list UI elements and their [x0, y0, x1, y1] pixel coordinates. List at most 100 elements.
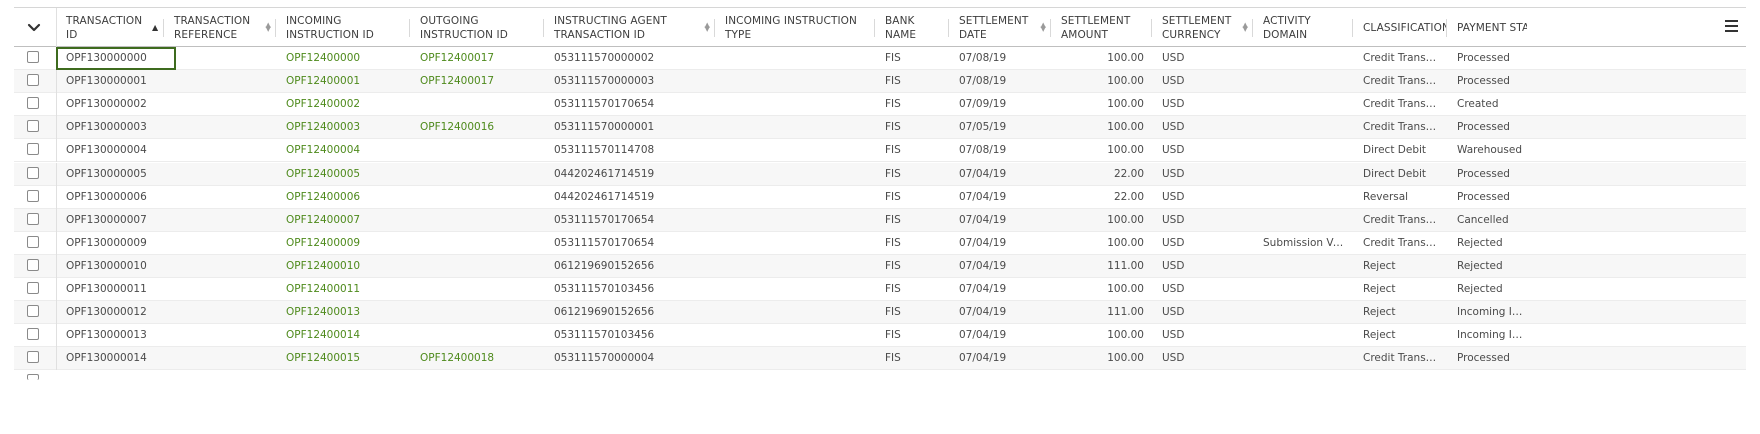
row-checkbox[interactable]: [27, 374, 39, 381]
outgoing-instruction-id-link[interactable]: OPF12400016: [410, 116, 544, 139]
column-header-transaction-reference[interactable]: TRANSACTION REFERENCE ▲ ▼: [164, 8, 276, 47]
bank-name-cell: FIS: [885, 75, 901, 88]
instructing-agent-transaction-id-cell: 053111570170654: [554, 98, 655, 111]
row-checkbox[interactable]: [27, 189, 39, 202]
transaction-id-cell[interactable]: OPF130000006: [56, 186, 164, 209]
table-row[interactable]: OPF130000002 OPF12400002 053111570170654 FI…: [14, 93, 1746, 117]
incoming-instruction-id-link[interactable]: OPF12400004: [276, 139, 410, 162]
incoming-instruction-id-link[interactable]: OPF12400000: [276, 47, 410, 70]
incoming-instruction-id-link[interactable]: OPF12400003: [276, 116, 410, 139]
row-checkbox[interactable]: [27, 328, 39, 341]
row-checkbox[interactable]: [27, 351, 39, 364]
column-header-classification[interactable]: CLASSIFICATION: [1353, 8, 1447, 47]
classification-cell: Credit Transfer: [1363, 75, 1441, 88]
column-header-bank-name[interactable]: BANK NAME: [875, 8, 949, 47]
table-row[interactable]: OPF130000009 OPF12400009 053111570170654 FI…: [14, 231, 1746, 255]
incoming-instruction-id-link[interactable]: OPF12400001: [276, 70, 410, 93]
transaction-id-cell[interactable]: OPF130000009: [56, 232, 164, 255]
column-header-instructing-agent-transaction-id[interactable]: INSTRUCTING AGENT TRANSACTION ID ▲ ▼: [544, 8, 715, 47]
column-header-outgoing-instruction-id[interactable]: OUTGOING INSTRUCTION ID: [410, 8, 544, 47]
incoming-instruction-id-link[interactable]: OPF12400014: [276, 324, 410, 347]
table-row[interactable]: OPF130000013 OPF12400014 053111570103456 FI…: [14, 324, 1746, 348]
transaction-id-cell[interactable]: OPF130000011: [56, 278, 164, 301]
transaction-id-cell[interactable]: OPF130000014: [56, 347, 164, 370]
settlement-date-cell: 07/04/19: [959, 352, 1007, 365]
outgoing-instruction-id-link[interactable]: [410, 93, 544, 116]
column-header-settlement-currency[interactable]: SETTLEMENT CURRENCY ▲ ▼: [1152, 8, 1253, 47]
incoming-instruction-id-link[interactable]: OPF12400013: [276, 301, 410, 324]
settlement-amount-cell: 100.00: [1107, 75, 1144, 88]
table-row[interactable]: OPF130000010 OPF12400010 061219690152656 FI…: [14, 254, 1746, 278]
outgoing-instruction-id-link[interactable]: [410, 232, 544, 255]
activity-domain-cell: [1253, 93, 1353, 116]
row-checkbox[interactable]: [27, 120, 39, 133]
row-checkbox[interactable]: [27, 166, 39, 179]
column-header-label: CLASSIFICATION: [1363, 21, 1447, 34]
transaction-id-cell[interactable]: OPF130000010: [56, 255, 164, 278]
row-checkbox[interactable]: [27, 212, 39, 225]
sort-ascending-icon[interactable]: ▲: [152, 23, 158, 32]
transaction-id-cell[interactable]: OPF130000007: [56, 209, 164, 232]
table-row[interactable]: OPF130000001 OPF12400001 OPF12400017 053111…: [14, 70, 1746, 94]
table-row[interactable]: OPF130000014 OPF12400015 OPF12400018 053111…: [14, 347, 1746, 371]
outgoing-instruction-id-link[interactable]: [410, 209, 544, 232]
outgoing-instruction-id-link[interactable]: [410, 186, 544, 209]
transaction-id-cell[interactable]: OPF130000004: [56, 139, 164, 162]
incoming-instruction-id-link[interactable]: OPF12400009: [276, 232, 410, 255]
table-row[interactable]: OPF130000011 OPF12400011 053111570103456 FI…: [14, 278, 1746, 302]
outgoing-instruction-id-link[interactable]: OPF12400018: [410, 347, 544, 370]
table-row[interactable]: OPF130000003 OPF12400003 OPF12400016 053111…: [14, 116, 1746, 140]
table-row[interactable]: OPF130000012 OPF12400013 061219690152656 FI…: [14, 301, 1746, 325]
table-row[interactable]: OPF130000000 OPF12400000 OPF12400017 053111…: [14, 47, 1746, 71]
incoming-instruction-id-link[interactable]: OPF12400010: [276, 255, 410, 278]
table-row[interactable]: OPF130000007 OPF12400007 053111570170654 FI…: [14, 208, 1746, 232]
outgoing-instruction-id-link[interactable]: [410, 324, 544, 347]
column-header-transaction-id[interactable]: TRANSACTION ID: [56, 8, 164, 47]
transaction-id-cell[interactable]: OPF130000002: [56, 93, 164, 116]
payment-status-cell: Processed: [1457, 121, 1510, 134]
settlement-amount-cell: 100.00: [1107, 236, 1144, 249]
outgoing-instruction-id-link[interactable]: [410, 301, 544, 324]
row-checkbox[interactable]: [27, 235, 39, 248]
transaction-id-cell[interactable]: OPF130000003: [56, 116, 164, 139]
instructing-agent-transaction-id-cell: 053111570170654: [554, 236, 655, 249]
column-header-settlement-date[interactable]: SETTLEMENT DATE ▲ ▼: [949, 8, 1051, 47]
transaction-id-cell[interactable]: OPF130000001: [56, 70, 164, 93]
row-checkbox[interactable]: [27, 282, 39, 294]
table-row[interactable]: OPF130000004 OPF12400004 053111570114708 FI…: [14, 139, 1746, 163]
table-row[interactable]: OPF130000006 OPF12400006 044202461714519 FI…: [14, 185, 1746, 209]
transaction-reference-cell: [164, 324, 276, 347]
incoming-instruction-id-link[interactable]: OPF12400011: [276, 278, 410, 301]
column-header-incoming-instruction-type[interactable]: INCOMING INSTRUCTION TYPE: [715, 8, 875, 47]
incoming-instruction-id-link[interactable]: OPF12400005: [276, 163, 410, 186]
row-checkbox[interactable]: [27, 51, 39, 63]
row-checkbox[interactable]: [27, 305, 39, 318]
outgoing-instruction-id-link[interactable]: OPF12400017: [410, 70, 544, 93]
incoming-instruction-id-link[interactable]: OPF12400006: [276, 186, 410, 209]
row-checkbox[interactable]: [27, 97, 39, 110]
transaction-id-cell[interactable]: OPF130000013: [56, 324, 164, 347]
outgoing-instruction-id-link[interactable]: OPF12400017: [410, 47, 544, 70]
row-checkbox[interactable]: [27, 258, 39, 271]
outgoing-instruction-id-link[interactable]: [410, 163, 544, 186]
incoming-instruction-id-link[interactable]: OPF12400002: [276, 93, 410, 116]
outgoing-instruction-id-link[interactable]: [410, 255, 544, 278]
outgoing-instruction-id-link[interactable]: [410, 278, 544, 301]
column-menu-icon[interactable]: [1725, 20, 1738, 32]
row-checkbox[interactable]: [27, 74, 39, 87]
activity-domain-cell: [1253, 116, 1353, 139]
column-header-activity-domain[interactable]: ACTIVITY DOMAIN: [1253, 8, 1353, 47]
transaction-id-cell[interactable]: OPF130000005: [56, 163, 164, 186]
table-row[interactable]: OPF130000005 OPF12400005 044202461714519 FI…: [14, 162, 1746, 186]
transaction-id-cell[interactable]: OPF130000012: [56, 301, 164, 324]
payment-status-cell: Warehoused: [1457, 144, 1523, 157]
settlement-currency-cell: USD: [1162, 75, 1185, 88]
column-header-settlement-amount[interactable]: SETTLEMENT AMOUNT: [1051, 8, 1152, 47]
chevron-down-icon[interactable]: [26, 20, 42, 36]
outgoing-instruction-id-link[interactable]: [410, 139, 544, 162]
incoming-instruction-id-link[interactable]: OPF12400007: [276, 209, 410, 232]
row-checkbox[interactable]: [27, 143, 39, 156]
incoming-instruction-id-link[interactable]: OPF12400015: [276, 347, 410, 370]
column-header-payment-status[interactable]: PAYMENT STAT: [1447, 8, 1527, 47]
column-header-incoming-instruction-id[interactable]: INCOMING INSTRUCTION ID: [276, 8, 410, 47]
